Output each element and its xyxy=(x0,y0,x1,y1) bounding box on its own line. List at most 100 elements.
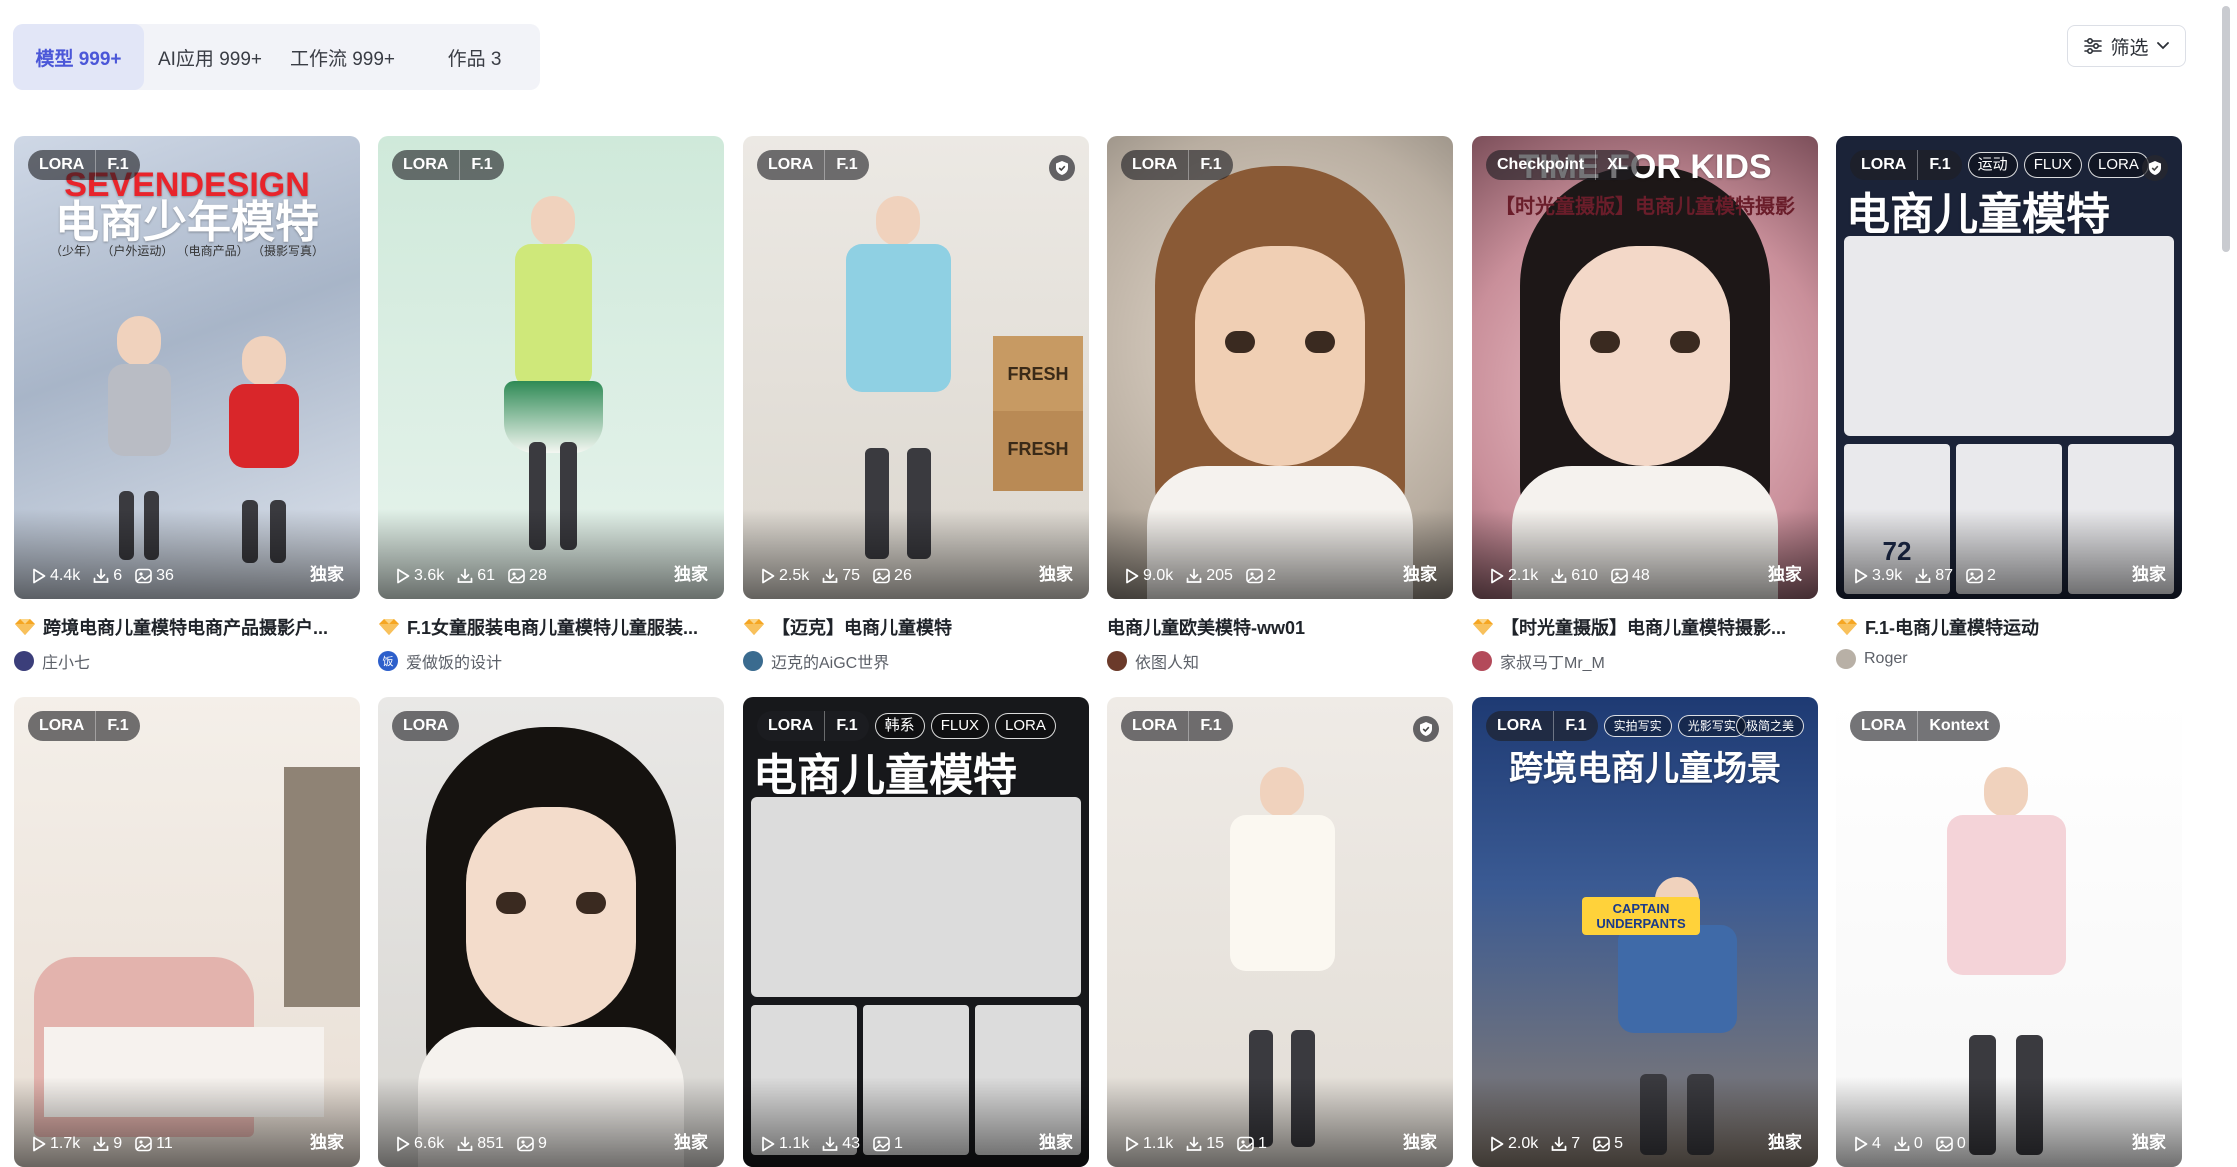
model-tag: F.1 xyxy=(1188,711,1232,741)
download-count: 851 xyxy=(477,1135,504,1152)
tab-ai-apps[interactable]: AI应用 999+ xyxy=(144,24,276,90)
image-count: 28 xyxy=(529,567,547,584)
model-type-tags: LORA F.1 xyxy=(757,711,869,741)
model-thumbnail[interactable]: LORA F.1 1.1k 15 1 独家 xyxy=(1107,697,1453,1167)
tab-bar: 模型 999+ AI应用 999+ 工作流 999+ 作品 3 xyxy=(13,24,540,90)
model-thumbnail[interactable]: FRESH FRESH LORA F.1 2.5k 75 26 独家 xyxy=(743,136,1089,599)
model-title-text: 电商儿童欧美模特-ww01 xyxy=(1107,618,1306,638)
model-title[interactable]: 跨境电商儿童模特电商产品摄影户... xyxy=(14,614,360,640)
page-scrollbar[interactable] xyxy=(2219,0,2233,1153)
style-pill: LORA xyxy=(995,713,1056,739)
model-card[interactable]: SEVENDESIGN 电商少年模特 （少年） （户外运动） （电商产品） （摄影写… xyxy=(14,136,360,673)
run-count: 2.5k xyxy=(779,567,810,584)
run-count: 1.1k xyxy=(779,1135,810,1152)
scroll-thumb[interactable] xyxy=(2222,6,2230,252)
exclusive-label: 独家 xyxy=(1768,1133,1802,1152)
author-name: 庄小七 xyxy=(42,655,91,672)
run-count: 4 xyxy=(1872,1135,1881,1152)
download-count: 9 xyxy=(113,1135,123,1152)
play-icon xyxy=(32,1136,46,1152)
model-card[interactable]: FRESH FRESH LORA F.1 2.5k 75 26 独家 【迈克】电商儿童模特 迈克的… xyxy=(743,136,1089,673)
model-thumbnail[interactable]: LORA 6.6k 851 9 独家 xyxy=(378,697,724,1167)
model-title[interactable]: 电商儿童欧美模特-ww01 xyxy=(1107,614,1453,640)
image-icon xyxy=(1246,568,1263,584)
model-type-tags: LORA F.1 xyxy=(392,150,504,180)
tab-workflows[interactable]: 工作流 999+ xyxy=(276,24,409,90)
tab-models[interactable]: 模型 999+ xyxy=(13,24,144,90)
download-count: 87 xyxy=(1935,567,1954,584)
model-thumbnail[interactable]: TIME FOR KIDS 【时光童摄版】电商儿童模特摄影 Checkpoint XL… xyxy=(1472,136,1818,599)
model-card[interactable]: LORA F.1 1.1k 15 1 独家 xyxy=(1107,697,1453,1167)
model-card[interactable]: LORA F.1 3.6k 61 28 独家 F.1女童服装电商儿童模特儿童服装... 饭爱做… xyxy=(378,136,724,673)
model-type-tags: LORA F.1 xyxy=(1850,150,1962,180)
face-shape xyxy=(466,807,636,1027)
card-stats: 6.6k 851 9 xyxy=(396,1135,547,1153)
filter-button[interactable]: 筛选 xyxy=(2067,25,2186,67)
author-link[interactable]: 依图人知 xyxy=(1107,649,1453,673)
model-type-tags: LORA F.1 xyxy=(1121,150,1233,180)
model-card[interactable]: 跨境电商儿童场景 CAPTAIN UNDERPANTS LORA F.1 实拍写实 光影写… xyxy=(1472,697,1818,1167)
window-shape xyxy=(284,767,360,1007)
download-icon xyxy=(1186,1136,1202,1152)
run-count: 1.1k xyxy=(1143,1135,1174,1152)
exclusive-label: 独家 xyxy=(1768,565,1802,584)
model-title[interactable]: F.1-电商儿童模特运动 xyxy=(1836,614,2182,640)
thumbnail-gradient xyxy=(743,1077,1089,1167)
author-link[interactable]: 迈克的AiGC世界 xyxy=(743,649,1089,673)
author-link[interactable]: 饭爱做饭的设计 xyxy=(378,649,724,673)
model-title[interactable]: 【迈克】电商儿童模特 xyxy=(743,614,1089,640)
tab-works[interactable]: 作品 3 xyxy=(409,24,540,90)
card-stats: 1.1k 43 1 xyxy=(761,1135,903,1153)
model-thumbnail[interactable]: SEVENDESIGN 电商少年模特 （少年） （户外运动） （电商产品） （摄影写… xyxy=(14,136,360,599)
image-icon xyxy=(1611,568,1628,584)
face-shape xyxy=(1560,246,1730,466)
model-title[interactable]: F.1女童服装电商儿童模特儿童服装... xyxy=(378,614,724,640)
model-card[interactable]: LORA F.1 1.7k 9 11 独家 xyxy=(14,697,360,1167)
face-shape xyxy=(1195,246,1365,466)
model-tag: LORA xyxy=(1861,717,1907,734)
thumbnail-gradient xyxy=(14,509,360,599)
model-tag: XL xyxy=(1595,150,1638,180)
model-thumbnail[interactable]: 电商儿童模特72LORAF.1运动FLUXLORA3.9k872独家 xyxy=(1836,136,2182,599)
exclusive-label: 独家 xyxy=(674,1133,708,1152)
model-card[interactable]: LORA F.1 9.0k 205 2 独家 电商儿童欧美模特-ww01 依图人知 xyxy=(1107,136,1453,673)
model-thumbnail[interactable]: LORA F.1 3.6k 61 28 独家 xyxy=(378,136,724,599)
sliders-icon xyxy=(2084,38,2103,54)
model-type-tags: LORA F.1 xyxy=(757,150,869,180)
model-type-tags: LORA F.1 xyxy=(28,711,140,741)
model-tag: F.1 xyxy=(1917,150,1961,180)
play-icon xyxy=(1125,1136,1139,1152)
image-icon xyxy=(135,568,152,584)
model-thumbnail[interactable]: 跨境电商儿童场景 CAPTAIN UNDERPANTS LORA F.1 实拍写实 光影写… xyxy=(1472,697,1818,1167)
model-thumbnail[interactable]: LORA F.1 1.7k 9 11 独家 xyxy=(14,697,360,1167)
overlay-title: 电商少年模特 xyxy=(55,198,319,247)
author-link[interactable]: 家叔马丁Mr_M xyxy=(1472,649,1818,673)
model-title[interactable]: 【时光童摄版】电商儿童模特摄影... xyxy=(1472,614,1818,640)
model-card[interactable]: 电商儿童模特 LORA F.1 韩系 FLUX LORA 1.1k 43 1 独家 xyxy=(743,697,1089,1167)
model-thumbnail[interactable]: LORA Kontext 4 0 0 独家 xyxy=(1836,697,2182,1167)
thumbnail-gradient xyxy=(1107,509,1453,599)
model-card[interactable]: LORA Kontext 4 0 0 独家 xyxy=(1836,697,2182,1167)
eye-shape xyxy=(1670,331,1700,353)
author-link[interactable]: 庄小七 xyxy=(14,649,360,673)
model-card[interactable]: LORA 6.6k 851 9 独家 xyxy=(378,697,724,1167)
model-tag: LORA xyxy=(39,717,85,734)
avatar xyxy=(743,651,763,671)
model-thumbnail[interactable]: LORA F.1 9.0k 205 2 独家 xyxy=(1107,136,1453,599)
model-tag: Kontext xyxy=(1917,711,2000,741)
overlay-title: 电商儿童模特 xyxy=(1846,190,2110,239)
model-card[interactable]: TIME FOR KIDS 【时光童摄版】电商儿童模特摄影 Checkpoint XL… xyxy=(1472,136,1818,673)
exclusive-label: 独家 xyxy=(1403,565,1437,584)
author-link[interactable]: Roger xyxy=(1836,649,2182,669)
image-icon xyxy=(1237,1136,1254,1152)
model-title-text: F.1-电商儿童模特运动 xyxy=(1865,618,2040,638)
model-type-tags: LORA F.1 xyxy=(28,150,140,180)
diamond-badge-icon xyxy=(1472,618,1494,636)
model-tag: F.1 xyxy=(824,150,868,180)
corner-label: 极简之美 xyxy=(1735,715,1804,737)
model-tag: LORA xyxy=(1497,717,1543,734)
model-thumbnail[interactable]: 电商儿童模特 LORA F.1 韩系 FLUX LORA 1.1k 43 1 独家 xyxy=(743,697,1089,1167)
model-card[interactable]: 电商儿童模特72LORAF.1运动FLUXLORA3.9k872独家 F.1-电商… xyxy=(1836,136,2182,669)
download-count: 15 xyxy=(1206,1135,1225,1152)
run-count: 9.0k xyxy=(1143,567,1174,584)
